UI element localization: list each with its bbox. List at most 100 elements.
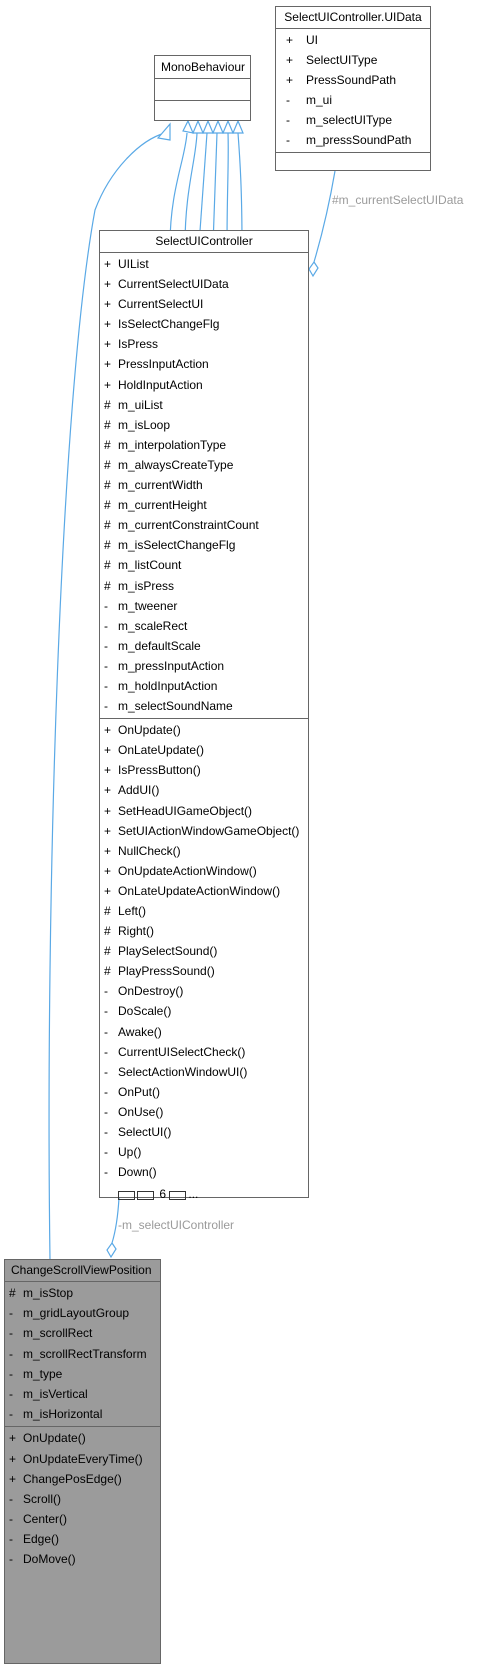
more-members-row[interactable]: 6 ... bbox=[100, 1182, 308, 1206]
member-row[interactable]: + PressInputAction bbox=[100, 354, 308, 374]
member-row[interactable]: - m_scrollRect bbox=[5, 1323, 160, 1343]
member-row[interactable]: + PressSoundPath bbox=[276, 70, 430, 90]
member-row[interactable]: # PlayPressSound() bbox=[100, 961, 308, 981]
member-name: m_holdInputAction bbox=[118, 678, 218, 693]
class-box-uidata[interactable]: SelectUIController.UIData + UI + SelectUITy… bbox=[275, 6, 431, 171]
member-row[interactable]: - OnPut() bbox=[100, 1082, 308, 1102]
member-row[interactable]: - m_gridLayoutGroup bbox=[5, 1303, 160, 1323]
member-row[interactable]: + AddUI() bbox=[100, 780, 308, 800]
member-name: DoScale() bbox=[118, 1004, 172, 1019]
member-row[interactable]: - Up() bbox=[100, 1142, 308, 1162]
member-row[interactable]: # m_currentHeight bbox=[100, 495, 308, 515]
visibility-marker: + bbox=[286, 73, 294, 87]
member-row[interactable]: - m_scaleRect bbox=[100, 616, 308, 636]
visibility-marker: - bbox=[104, 1145, 108, 1160]
visibility-marker: - bbox=[104, 598, 108, 613]
member-row[interactable]: + HoldInputAction bbox=[100, 375, 308, 395]
member-row[interactable]: - m_pressSoundPath bbox=[276, 130, 430, 150]
member-row[interactable]: + CurrentSelectUI bbox=[100, 294, 308, 314]
member-row[interactable]: - OnDestroy() bbox=[100, 981, 308, 1001]
member-name: m_isSelectChangeFlg bbox=[118, 538, 236, 553]
member-name: HoldInputAction bbox=[118, 377, 203, 392]
visibility-marker: + bbox=[9, 1431, 17, 1446]
visibility-marker: - bbox=[9, 1366, 13, 1381]
more-ellipsis: ... bbox=[188, 1187, 199, 1202]
methods-section bbox=[276, 153, 430, 178]
member-row[interactable]: - Awake() bbox=[100, 1022, 308, 1042]
member-row[interactable]: + IsPress bbox=[100, 334, 308, 354]
member-row[interactable]: - m_isHorizontal bbox=[5, 1404, 160, 1424]
visibility-marker: - bbox=[286, 93, 290, 107]
member-row[interactable]: - m_ui bbox=[276, 90, 430, 110]
member-row[interactable]: - m_pressInputAction bbox=[100, 656, 308, 676]
member-row[interactable]: + OnLateUpdate() bbox=[100, 740, 308, 760]
member-row[interactable]: # m_alwaysCreateType bbox=[100, 455, 308, 475]
visibility-marker: # bbox=[9, 1286, 16, 1300]
member-row[interactable]: - DoScale() bbox=[100, 1001, 308, 1021]
member-row[interactable]: - m_selectSoundName bbox=[100, 696, 308, 716]
member-row[interactable]: - m_holdInputAction bbox=[100, 676, 308, 696]
member-row[interactable]: - SelectUI() bbox=[100, 1122, 308, 1142]
member-row[interactable]: - Center() bbox=[5, 1509, 160, 1529]
class-box-monobehaviour[interactable]: MonoBehaviour bbox=[154, 55, 251, 121]
member-name: Left() bbox=[118, 904, 147, 918]
member-name: OnUse() bbox=[118, 1104, 164, 1119]
member-name: PlaySelectSound() bbox=[118, 944, 218, 959]
member-row[interactable]: - Down() bbox=[100, 1162, 308, 1182]
member-row[interactable]: - m_defaultScale bbox=[100, 636, 308, 656]
member-row[interactable]: - CurrentUISelectCheck() bbox=[100, 1042, 308, 1062]
member-row[interactable]: - m_tweener bbox=[100, 596, 308, 616]
class-box-change-scroll-view-position[interactable]: ChangeScrollViewPosition # m_isStop - m_gri… bbox=[4, 1259, 161, 1664]
member-row[interactable]: - DoMove() bbox=[5, 1549, 160, 1569]
member-row[interactable]: - m_selectUIType bbox=[276, 110, 430, 130]
member-row[interactable]: # m_isSelectChangeFlg bbox=[100, 535, 308, 555]
member-row[interactable]: - m_scrollRectTransform bbox=[5, 1344, 160, 1364]
member-row[interactable]: + IsPressButton() bbox=[100, 760, 308, 780]
member-row[interactable]: # m_uiList bbox=[100, 395, 308, 415]
member-row[interactable]: + OnUpdateEveryTime() bbox=[5, 1449, 160, 1469]
member-row[interactable]: # m_currentConstraintCount bbox=[100, 515, 308, 535]
member-row[interactable]: - Scroll() bbox=[5, 1489, 160, 1509]
member-row[interactable]: # m_currentWidth bbox=[100, 475, 308, 495]
visibility-marker: # bbox=[104, 538, 111, 553]
member-row[interactable]: - SelectActionWindowUI() bbox=[100, 1062, 308, 1082]
visibility-marker: - bbox=[9, 1386, 13, 1401]
member-row[interactable]: - m_type bbox=[5, 1364, 160, 1384]
visibility-marker: - bbox=[9, 1326, 13, 1341]
member-row[interactable]: # m_isStop bbox=[5, 1283, 160, 1303]
member-row[interactable]: # m_isLoop bbox=[100, 415, 308, 435]
member-row[interactable]: + ChangePosEdge() bbox=[5, 1469, 160, 1489]
member-row[interactable]: + SetUIActionWindowGameObject() bbox=[100, 821, 308, 841]
member-row[interactable]: # Right() bbox=[100, 921, 308, 941]
member-name: m_isHorizontal bbox=[23, 1407, 103, 1422]
member-row[interactable]: + OnUpdateActionWindow() bbox=[100, 861, 308, 881]
member-row[interactable]: + OnLateUpdateActionWindow() bbox=[100, 881, 308, 901]
visibility-marker: - bbox=[9, 1512, 13, 1527]
member-name: OnUpdateEveryTime() bbox=[23, 1451, 143, 1466]
member-row[interactable]: - Edge() bbox=[5, 1529, 160, 1549]
member-row[interactable]: # PlaySelectSound() bbox=[100, 941, 308, 961]
member-row[interactable]: + CurrentSelectUIData bbox=[100, 274, 308, 294]
member-row[interactable]: + UI bbox=[276, 30, 430, 50]
visibility-marker: + bbox=[286, 33, 294, 47]
visibility-marker: + bbox=[104, 723, 112, 738]
member-name: CurrentUISelectCheck() bbox=[118, 1044, 246, 1059]
visibility-marker: - bbox=[9, 1407, 13, 1422]
visibility-marker: - bbox=[286, 133, 290, 147]
member-row[interactable]: + SelectUIType bbox=[276, 50, 430, 70]
member-row[interactable]: # m_listCount bbox=[100, 555, 308, 575]
member-row[interactable]: + NullCheck() bbox=[100, 841, 308, 861]
member-row[interactable]: + SetHeadUIGameObject() bbox=[100, 801, 308, 821]
member-row[interactable]: # m_isPress bbox=[100, 576, 308, 596]
visibility-marker: - bbox=[104, 1004, 108, 1019]
member-row[interactable]: + OnUpdate() bbox=[5, 1428, 160, 1448]
member-row[interactable]: + OnUpdate() bbox=[100, 720, 308, 740]
member-row[interactable]: # Left() bbox=[100, 901, 308, 921]
member-row[interactable]: # m_interpolationType bbox=[100, 435, 308, 455]
member-row[interactable]: + UIList bbox=[100, 254, 308, 274]
member-row[interactable]: - m_isVertical bbox=[5, 1384, 160, 1404]
visibility-marker: # bbox=[104, 944, 111, 959]
member-row[interactable]: + IsSelectChangeFlg bbox=[100, 314, 308, 334]
member-row[interactable]: - OnUse() bbox=[100, 1102, 308, 1122]
class-box-select-ui-controller[interactable]: SelectUIController + UIList + CurrentSelect… bbox=[99, 230, 309, 1201]
